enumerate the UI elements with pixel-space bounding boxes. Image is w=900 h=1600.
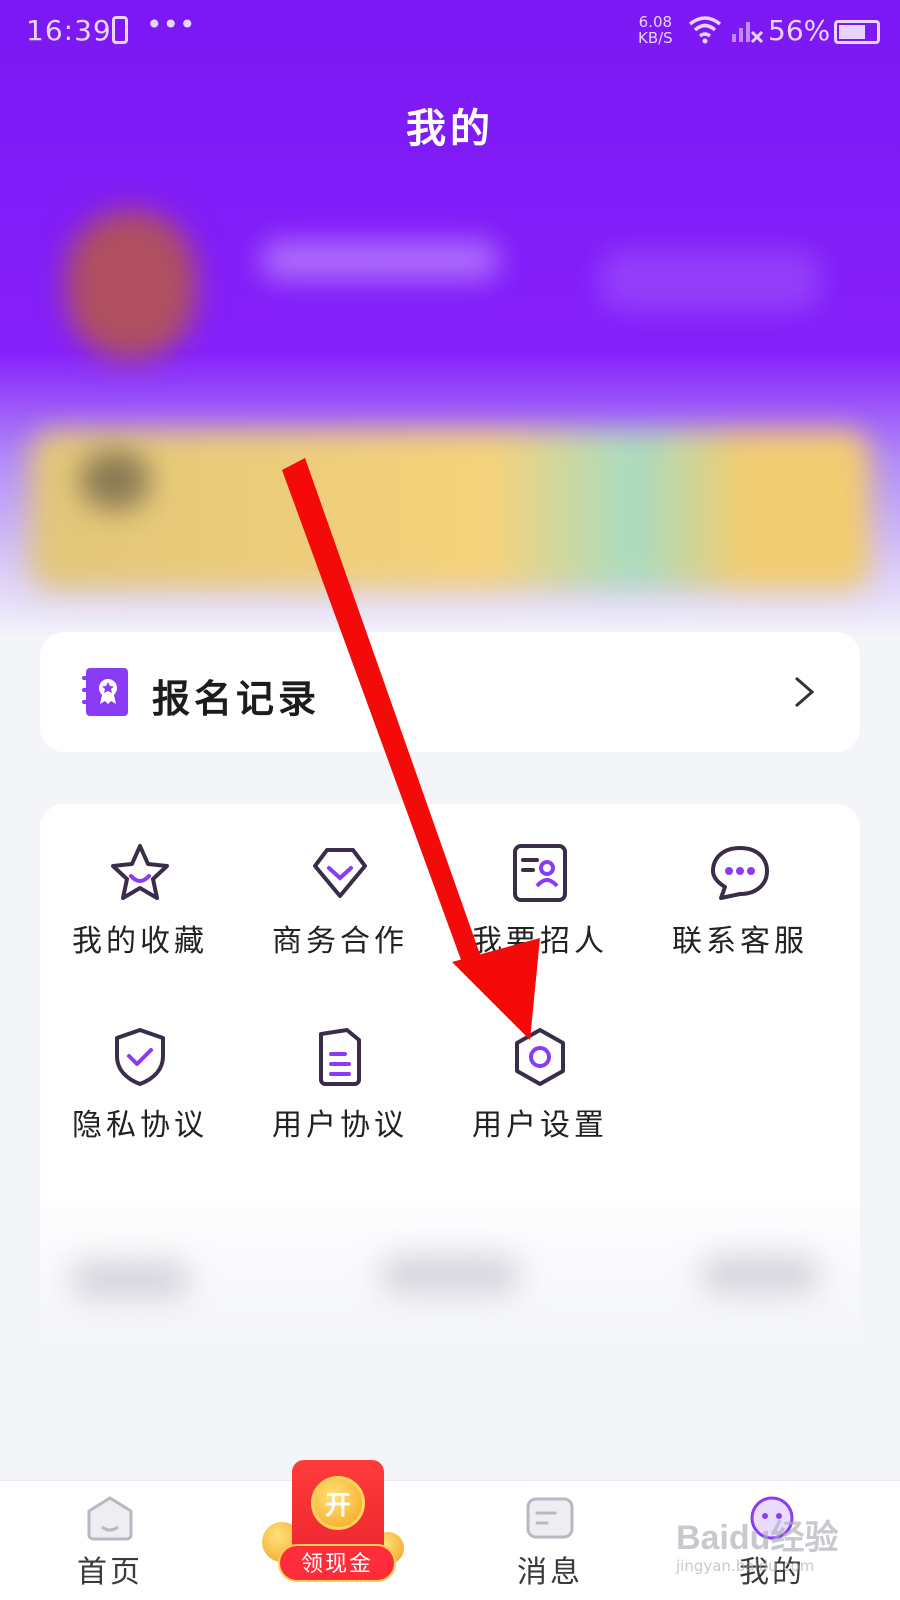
grid-item-label: 联系客服 [672, 924, 808, 959]
profile-extra-blurred [600, 250, 820, 310]
hexagon-settings-icon [515, 1028, 565, 1086]
blurred-item [70, 1260, 190, 1300]
tab-home[interactable]: 首页 [50, 1481, 170, 1600]
open-coin-icon: 开 [311, 1476, 365, 1530]
network-speed-unit: KB/S [638, 29, 673, 47]
blurred-item [700, 1255, 820, 1295]
more-notifications-icon: ••• [146, 8, 196, 41]
blurred-item [380, 1255, 520, 1295]
vip-banner-icon [80, 450, 150, 510]
grid-item-label: 我的收藏 [72, 924, 208, 959]
signup-record-label: 报名记录 [152, 677, 321, 721]
tab-label: 首页 [77, 1555, 143, 1590]
certificate-book-icon [82, 668, 128, 716]
network-speed: 6.08 KB/S [638, 14, 673, 46]
grid-item-label: 隐私协议 [72, 1108, 208, 1143]
signup-record-row[interactable]: 报名记录 [40, 632, 860, 752]
tab-label: 消息 [517, 1555, 583, 1590]
diamond-icon [313, 848, 367, 898]
watermark-brand: Baidu经验 [676, 1519, 839, 1557]
document-icon [319, 1028, 361, 1086]
chevron-right-icon [795, 676, 815, 708]
status-time: 16:39 [26, 14, 112, 47]
function-grid: 我的收藏 商务合作 我要招人 联系客服 隐私协议 用户协议 用户设置 [40, 804, 860, 1206]
grid-item-recruit[interactable]: 我要招人 [440, 840, 640, 970]
baidu-watermark: Baidu经验 jingyan.baidu.com [676, 1510, 876, 1590]
battery-icon [834, 20, 880, 44]
grid-item-label: 我要招人 [472, 924, 608, 959]
signal-icon [732, 22, 764, 44]
get-cash-label: 领现金 [278, 1544, 396, 1582]
grid-item-privacy[interactable]: 隐私协议 [40, 1024, 240, 1154]
star-icon [111, 844, 169, 900]
vip-banner[interactable] [30, 430, 870, 590]
username-blurred [260, 240, 500, 280]
avatar[interactable] [66, 210, 196, 360]
grid-item-user-settings[interactable]: 用户设置 [440, 1024, 640, 1154]
grid-item-business[interactable]: 商务合作 [240, 840, 440, 970]
grid-item-label: 用户设置 [472, 1108, 608, 1143]
shield-check-icon [115, 1028, 165, 1086]
tab-messages[interactable]: 消息 [490, 1481, 610, 1600]
grid-item-label: 用户协议 [272, 1108, 408, 1143]
id-card-icon [513, 844, 567, 902]
vibrate-icon [112, 16, 128, 44]
grid-item-user-agreement[interactable]: 用户协议 [240, 1024, 440, 1154]
message-icon [526, 1497, 574, 1539]
chat-bubble-icon [711, 846, 769, 900]
status-bar: 16:39 ••• 6.08 KB/S 56% [0, 0, 900, 64]
grid-item-label: 商务合作 [272, 924, 408, 959]
battery-percent: 56% [768, 14, 831, 47]
get-cash-button[interactable]: 开 领现金 [262, 1460, 412, 1586]
grid-item-favorites[interactable]: 我的收藏 [40, 840, 240, 970]
home-icon [87, 1496, 133, 1541]
grid-item-customer-service[interactable]: 联系客服 [640, 840, 840, 970]
wifi-icon [688, 16, 722, 44]
watermark-url: jingyan.baidu.com [676, 1557, 815, 1575]
page-title: 我的 [406, 106, 494, 152]
